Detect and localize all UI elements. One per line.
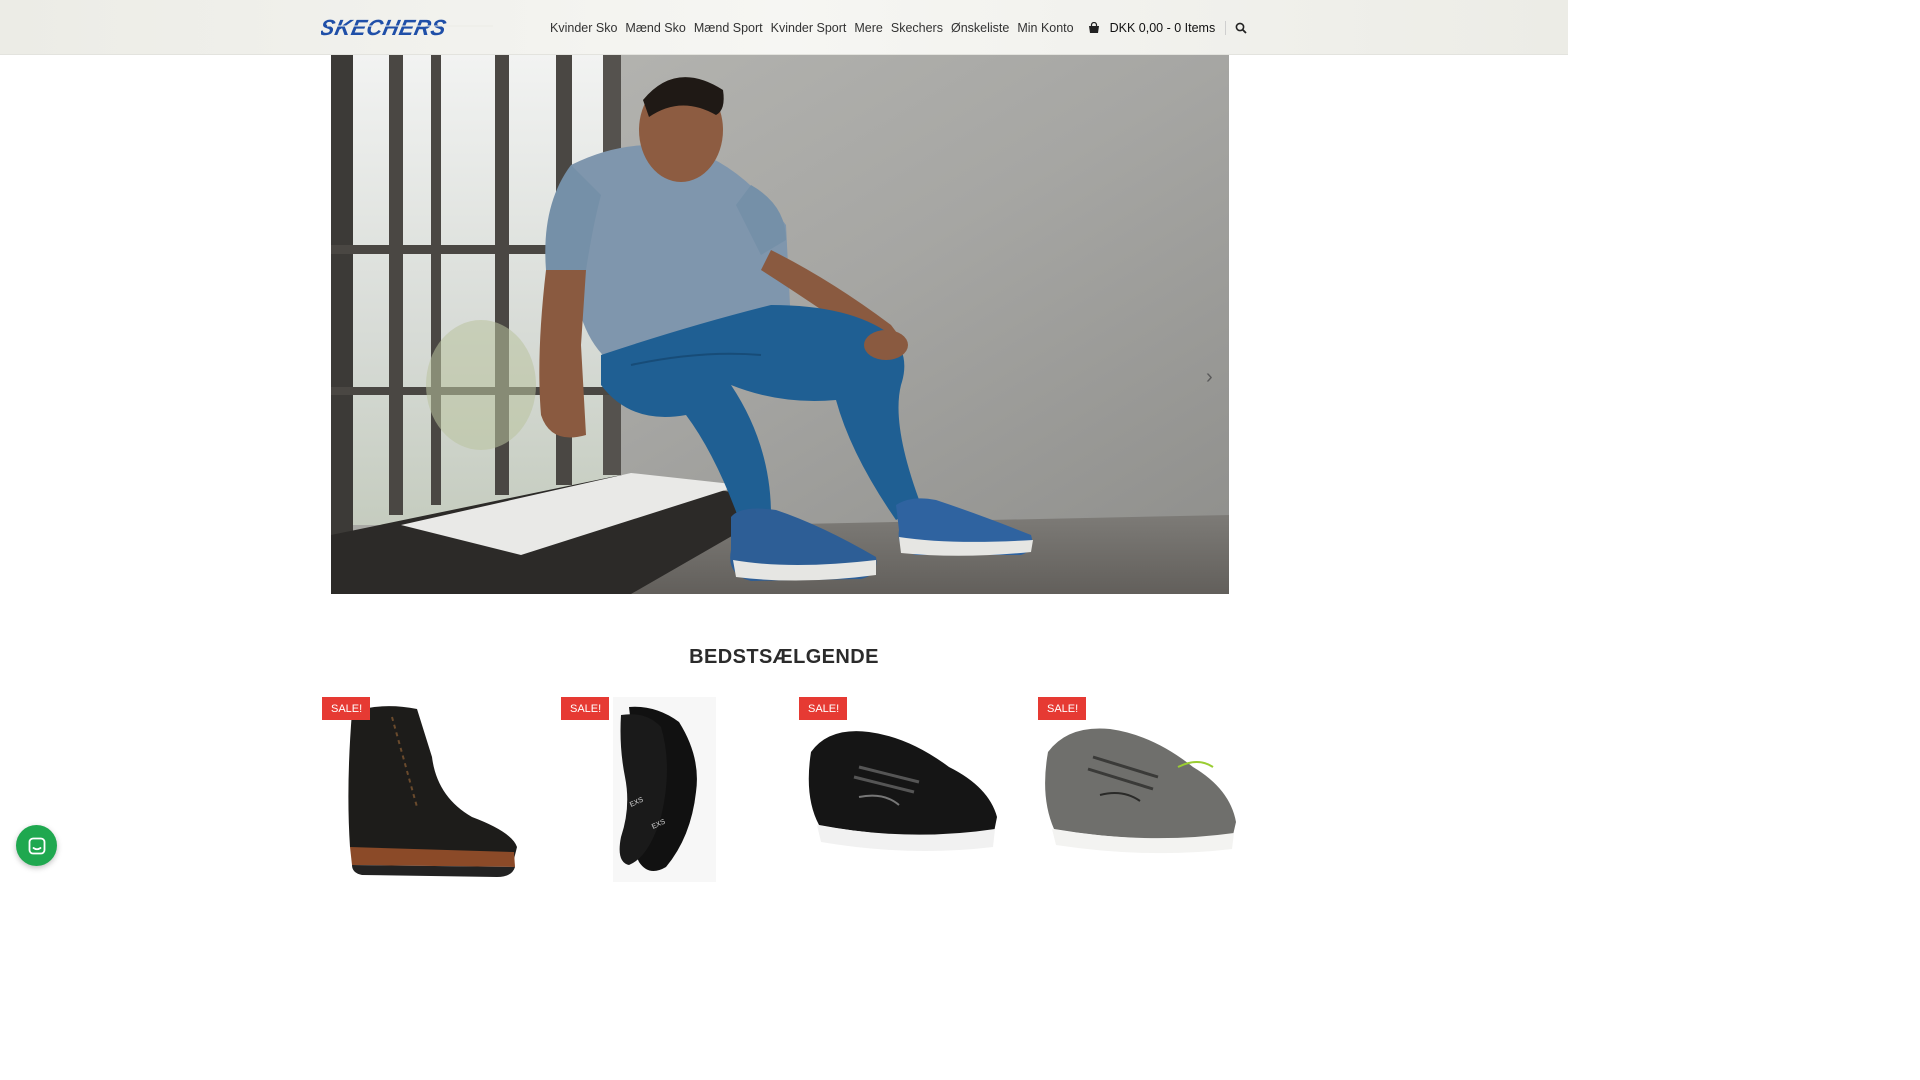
product-image-sneaker-black xyxy=(808,731,997,851)
product-image-socks: EXS EXS xyxy=(613,697,716,882)
nav-kvinder-sko[interactable]: Kvinder Sko xyxy=(550,21,617,35)
chat-icon xyxy=(28,837,45,854)
nav-kvinder-sport[interactable]: Kvinder Sport xyxy=(771,21,847,35)
nav-min-konto[interactable]: Min Konto xyxy=(1017,21,1073,35)
carousel-next-arrow[interactable]: › xyxy=(1206,367,1213,387)
sale-badge: SALE! xyxy=(1038,697,1087,720)
bestsellers-title: BEDSTSÆLGENDE xyxy=(689,646,879,668)
nav-maend-sko[interactable]: Mænd Sko xyxy=(625,21,685,35)
nav-divider xyxy=(1225,20,1227,35)
product-image-sneaker-grey xyxy=(1045,728,1236,854)
nav-skechers[interactable]: Skechers xyxy=(891,21,943,35)
nav-onskeliste[interactable]: Ønskeliste xyxy=(951,21,1009,35)
skechers-logo[interactable]: SKECHERS xyxy=(321,14,497,40)
search-icon[interactable] xyxy=(1235,22,1247,34)
sale-badge: SALE! xyxy=(799,697,848,720)
cart-summary[interactable]: DKK 0,00 - 0 Items xyxy=(1110,21,1216,35)
product-card[interactable]: SALE! xyxy=(322,697,522,882)
sale-badge: SALE! xyxy=(322,697,371,720)
site-header: SKECHERS Kvinder Sko Mænd Sko Mænd Sport… xyxy=(0,0,1568,55)
nav-maend-sport[interactable]: Mænd Sport xyxy=(694,21,763,35)
shopping-bag-icon[interactable] xyxy=(1088,21,1100,34)
chat-widget-button[interactable] xyxy=(16,825,57,866)
svg-text:SKECHERS: SKECHERS xyxy=(321,15,449,40)
sale-badge: SALE! xyxy=(561,697,610,720)
product-image-boot xyxy=(348,706,517,877)
product-card[interactable]: SALE! xyxy=(799,697,999,882)
product-card[interactable]: SALE! xyxy=(1038,697,1238,882)
nav-mere[interactable]: Mere xyxy=(854,21,882,35)
hero-image xyxy=(331,55,1229,594)
main-navigation: Kvinder Sko Mænd Sko Mænd Sport Kvinder … xyxy=(550,0,1247,55)
hero-carousel[interactable]: › xyxy=(331,55,1229,594)
product-card[interactable]: SALE! EXS EXS xyxy=(561,697,761,882)
